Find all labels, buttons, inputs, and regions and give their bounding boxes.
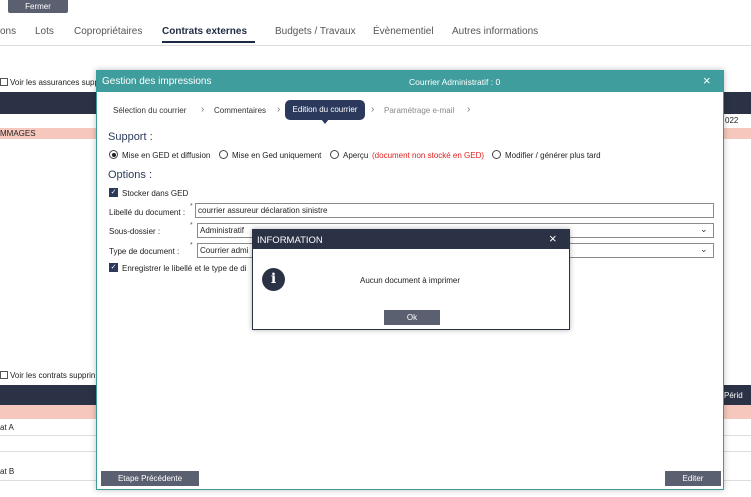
- info-message: Aucun document à imprimer: [360, 276, 461, 285]
- close-button[interactable]: Fermer: [8, 0, 68, 13]
- dialog-header: Gestion des impressions Courrier Adminis…: [97, 71, 723, 92]
- dialog-subtitle: Courrier Administratif : 0: [409, 77, 501, 87]
- step-edition-active[interactable]: Edition du courrier: [285, 100, 365, 120]
- previous-step-button[interactable]: Etape Précédente: [101, 471, 199, 486]
- options-heading: Options :: [108, 169, 153, 181]
- assurances-checkbox-label: Voir les assurances supp: [10, 78, 99, 87]
- info-title: INFORMATION: [257, 235, 323, 246]
- active-step-pointer: [321, 119, 329, 124]
- information-dialog: INFORMATION × i Aucun document à imprime…: [252, 229, 570, 330]
- doctype-label: Type de document :: [109, 247, 180, 256]
- chevron-right-icon: ›: [201, 104, 205, 115]
- table-row[interactable]: at A: [0, 423, 14, 432]
- save-label-type-label: Enregistrer le libellé et le type de di: [122, 264, 247, 273]
- tab-autres-informations[interactable]: Autres informations: [452, 26, 538, 37]
- step-commentaires[interactable]: Commentaires: [214, 106, 266, 115]
- step-selection[interactable]: Sélection du courrier: [113, 106, 186, 115]
- close-icon[interactable]: ×: [703, 73, 711, 88]
- required-mark: *: [190, 203, 193, 210]
- dialog-title: Gestion des impressions: [102, 76, 212, 87]
- radio-label: Modifier / générer plus tard: [505, 151, 601, 160]
- required-mark: *: [190, 222, 193, 229]
- contrats-checkbox[interactable]: [0, 371, 8, 379]
- subfolder-label: Sous-dossier :: [109, 227, 161, 236]
- column-header: Périd: [724, 391, 743, 400]
- tab-budgets-travaux[interactable]: Budgets / Travaux: [275, 26, 356, 37]
- info-icon: i: [262, 268, 285, 291]
- chevron-down-icon[interactable]: ⌄: [700, 224, 708, 235]
- doc-label: Libellé du document :: [109, 208, 186, 217]
- tab-lots[interactable]: Lots: [35, 26, 54, 37]
- radio-ged-only[interactable]: [219, 150, 228, 159]
- doc-label-input[interactable]: courrier assureur déclaration sinistre: [195, 203, 714, 218]
- tab-ons[interactable]: ons: [0, 26, 16, 37]
- table-row[interactable]: at B: [0, 467, 14, 476]
- radio-modifier-plus-tard[interactable]: [492, 150, 501, 159]
- radio-label: Aperçu: [343, 151, 369, 160]
- support-heading: Support :: [108, 131, 153, 143]
- chevron-right-icon: ›: [467, 104, 471, 115]
- assurances-checkbox[interactable]: [0, 78, 8, 86]
- tab-coproprietaires[interactable]: Copropriétaires: [74, 26, 142, 37]
- store-ged-label: Stocker dans GED: [122, 189, 189, 198]
- tab-evenementiel[interactable]: Évènementiel: [373, 26, 434, 37]
- chevron-down-icon[interactable]: ⌄: [700, 244, 708, 255]
- active-tab-indicator: [162, 41, 255, 43]
- year-cell: 022: [725, 116, 739, 125]
- tab-contrats-externes[interactable]: Contrats externes: [162, 26, 247, 37]
- apercu-note: (document non stocké en GED): [372, 151, 485, 160]
- radio-label: Mise en Ged uniquement: [232, 151, 322, 160]
- ok-button[interactable]: Ok: [384, 310, 440, 325]
- save-label-type-checkbox[interactable]: ✓: [109, 263, 118, 272]
- info-header: INFORMATION ×: [253, 230, 569, 249]
- radio-apercu[interactable]: [330, 150, 339, 159]
- required-mark: *: [190, 242, 193, 249]
- table-cell: MMAGES: [0, 129, 36, 138]
- contrats-checkbox-label: Voir les contrats supprin: [10, 371, 96, 380]
- chevron-right-icon: ›: [371, 104, 375, 115]
- step-parametrage-email[interactable]: Paramétrage e-mail: [384, 106, 454, 115]
- radio-ged-diffusion[interactable]: [109, 150, 118, 159]
- top-tabs: ons Lots Copropriétaires Contrats extern…: [0, 20, 751, 46]
- chevron-right-icon: ›: [277, 104, 281, 115]
- edit-button[interactable]: Editer: [665, 471, 721, 486]
- store-ged-checkbox[interactable]: ✓: [109, 188, 118, 197]
- close-icon[interactable]: ×: [549, 231, 557, 246]
- radio-label: Mise en GED et diffusion: [122, 151, 211, 160]
